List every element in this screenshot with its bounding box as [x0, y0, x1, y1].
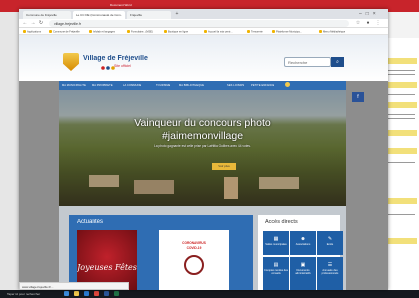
text-line	[387, 74, 415, 76]
desktop: Document Word Taper ici pour rechercher …	[0, 0, 419, 298]
clock-icon	[184, 255, 204, 275]
text-line	[387, 214, 415, 216]
hero-text: La photo gagnante est celle prise par La…	[154, 144, 251, 148]
quick-link-label: Documents administratifs	[295, 269, 311, 275]
menu-item[interactable]: MA PROPRIÉTÉ	[92, 84, 113, 87]
hero-button[interactable]: Voir plus	[212, 163, 236, 170]
facebook-icon[interactable]: f	[352, 92, 364, 102]
quick-link-associations[interactable]: ☻ Associations	[290, 231, 316, 255]
site-tagline: Site officiel	[114, 64, 131, 68]
excel-icon[interactable]	[114, 291, 119, 296]
hero-title: Vainqueur du concours photo	[134, 117, 271, 129]
address-bar[interactable]: village-frejeville.fr	[49, 20, 349, 27]
file-explorer-icon[interactable]	[74, 291, 79, 296]
file-icon: ▣	[300, 262, 306, 268]
directory-icon: ☰	[327, 262, 333, 268]
highlighted-text	[385, 102, 417, 108]
menu-item[interactable]: MA BIBLIOTHÈQUE	[179, 84, 204, 87]
quick-link-label: Salles municipales	[265, 243, 287, 246]
news-title[interactable]: Actualités	[77, 219, 103, 225]
word-icon[interactable]	[104, 291, 109, 296]
search-icon[interactable]: ⌕	[331, 57, 344, 67]
accessibility-icon[interactable]	[285, 82, 290, 87]
page-viewport: Village de Fréjeville Site officiel Rech…	[19, 35, 388, 290]
browser-window: Commune de Fréjeville Le CC DE (Communau…	[19, 9, 388, 290]
bookmark[interactable]: Boutique en ligne	[164, 30, 188, 33]
news-card-holidays[interactable]	[77, 230, 137, 290]
star-icon[interactable]: ☆	[355, 20, 361, 26]
menu-item[interactable]: PETITE ENFANCE	[251, 84, 274, 87]
hero-hashtag: #jaimemonvillage	[161, 130, 244, 142]
tab-label: Le CC DE (Communauté de Com...	[76, 13, 122, 17]
document-icon: ▤	[273, 262, 279, 268]
quick-link-annuaire[interactable]: ☰ Annuaire des professionnels	[317, 257, 343, 290]
highlighted-text	[385, 58, 417, 64]
browser-tab[interactable]: Fréjeville	[127, 11, 171, 19]
people-icon: ☻	[300, 236, 306, 242]
partner-logos	[101, 66, 115, 70]
quick-link-label: Associations	[295, 243, 311, 246]
menu-item[interactable]: LA COMMUNE	[123, 84, 141, 87]
school-icon: ✎	[327, 236, 333, 242]
menu-item[interactable]: SES LOISIRS	[227, 84, 244, 87]
highlighted-text	[385, 130, 417, 136]
quick-link-label: Annuaire des professionnels	[321, 269, 339, 275]
background-window-document	[383, 38, 419, 290]
site-search-input[interactable]: Recherche	[284, 57, 331, 67]
browser-tab[interactable]: Commune de Fréjeville	[23, 11, 71, 19]
bookmark[interactable]: Applications	[23, 30, 41, 33]
menu-item[interactable]: TOURISME	[156, 84, 170, 87]
quick-link-label: Comptes rendus des conseils	[264, 269, 288, 275]
quick-access-title: Accès directs	[265, 219, 298, 225]
new-tab-icon[interactable]: +	[174, 11, 180, 17]
status-url: www.village-frejeville.fr/...	[19, 282, 129, 290]
quick-link-salles[interactable]: ▦ Salles municipales	[263, 231, 289, 255]
back-icon[interactable]: ←	[22, 20, 28, 26]
text-line	[387, 70, 415, 72]
chrome-icon[interactable]	[94, 291, 99, 296]
site-name[interactable]: Village de Fréjeville	[83, 55, 148, 62]
window-controls[interactable]: –□×	[359, 10, 387, 18]
tab-label: Fréjeville	[130, 13, 143, 17]
bookmark[interactable]: Infolab et langages	[89, 30, 115, 33]
covid-subtitle: COVID-19	[186, 246, 202, 250]
bookmark[interactable]: Tresorerie	[247, 30, 263, 33]
text-line	[387, 162, 415, 164]
highlighted-text	[385, 148, 417, 154]
text-line	[387, 118, 415, 120]
covid-title: CORONAVIRUS	[182, 241, 206, 245]
tab-label: Commune de Fréjeville	[26, 13, 57, 17]
highlighted-text	[385, 198, 417, 204]
bookmark[interactable]: Commune de Fréjeville	[49, 30, 80, 33]
text-line	[387, 114, 415, 116]
building-icon: ▦	[273, 236, 279, 242]
bookmark[interactable]: Plateforme Municipa...	[272, 30, 302, 33]
quick-link-documents[interactable]: ▣ Documents administratifs	[290, 257, 316, 290]
taskview-icon[interactable]	[64, 291, 69, 296]
quick-link-ecole[interactable]: ✎ Ecole	[317, 231, 343, 255]
bookmark[interactable]: Formulaire...(MSE)	[127, 30, 153, 33]
edge-icon[interactable]	[84, 291, 89, 296]
highlighted-text	[385, 238, 417, 244]
menu-icon[interactable]: ⋮	[375, 20, 381, 26]
quick-link-comptes-rendus[interactable]: ▤ Comptes rendus des conseils	[263, 257, 289, 290]
taskbar	[0, 290, 419, 298]
taskbar-search[interactable]: Taper ici pour rechercher	[7, 292, 55, 297]
bookmark[interactable]: Accueil la mia centr...	[204, 30, 233, 33]
text-line	[387, 94, 415, 96]
holidays-text: Joyeuses Fêtes	[77, 263, 137, 272]
highlighted-text	[385, 82, 417, 88]
reload-icon[interactable]: ↻	[38, 20, 44, 26]
forward-icon[interactable]: →	[30, 20, 36, 26]
menu-item[interactable]: MA MUNICIPALITÉ	[62, 84, 86, 87]
bookmark[interactable]: Menu Médiathèque	[319, 30, 345, 33]
profile-icon[interactable]: ●	[365, 20, 371, 26]
hero-overlay	[59, 90, 346, 206]
quick-link-label: Ecole	[326, 243, 334, 246]
browser-tab-active[interactable]: Le CC DE (Communauté de Com...	[73, 11, 125, 19]
